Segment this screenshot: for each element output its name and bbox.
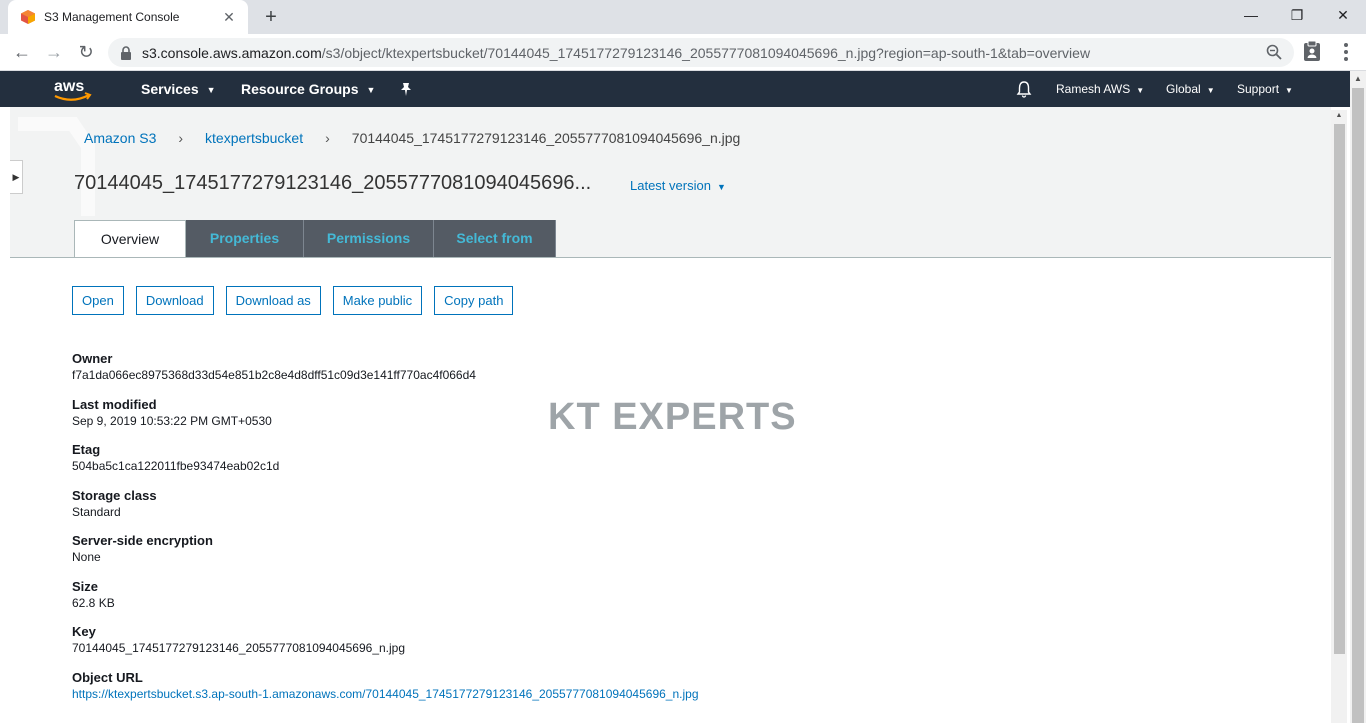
page-scrollbar[interactable]: ▲ (1350, 71, 1366, 723)
scrollbar-thumb[interactable] (1334, 124, 1345, 654)
detail-value: f7a1da066ec8975368d33d54e851b2c8e4d8dff5… (72, 368, 476, 382)
detail-value: None (72, 550, 101, 564)
restore-icon[interactable]: ❐ (1274, 0, 1320, 30)
url-host: s3.console.aws.amazon.com (142, 44, 322, 61)
detail-label: Storage class (72, 487, 157, 503)
account-name: Ramesh AWS (1056, 82, 1131, 96)
detail-value: Standard (72, 504, 121, 519)
breadcrumb-bucket[interactable]: ktexpertsbucket (205, 130, 303, 146)
scrollbar-thumb[interactable] (1352, 88, 1364, 723)
browser-menu-icon[interactable] (1336, 40, 1356, 64)
content-scrollbar[interactable]: ▲ (1331, 110, 1347, 723)
breadcrumb: Amazon S3 › ktexpertsbucket › 70144045_1… (84, 130, 740, 146)
browser-toolbar: ← → ↻ s3.console.aws.amazon.com /s3/obje… (0, 34, 1366, 71)
object-tabs: Overview Properties Permissions Select f… (74, 220, 556, 258)
forward-arrow-icon[interactable]: → (40, 38, 68, 66)
detail-storage-class: Storage class Standard (72, 488, 699, 534)
services-menu[interactable]: Services ▼ (141, 71, 216, 107)
caret-down-icon: ▼ (716, 182, 726, 192)
reload-icon[interactable]: ↻ (72, 38, 100, 66)
support-menu[interactable]: Support ▼ (1237, 71, 1293, 107)
tab-permissions[interactable]: Permissions (304, 220, 434, 257)
breadcrumb-current: 70144045_1745177279123146_20557770810940… (351, 130, 741, 146)
s3-favicon-icon (21, 10, 35, 24)
new-tab-icon[interactable]: + (258, 4, 284, 30)
lock-icon (121, 45, 131, 60)
browser-tabstrip: S3 Management Console ✕ + — ❐ ✕ (0, 0, 1366, 34)
breadcrumb-amazon-s3[interactable]: Amazon S3 (84, 130, 156, 146)
url-path: /s3/object/ktexpertsbucket/70144045_1745… (321, 44, 1091, 61)
detail-key: Key 70144045_1745177279123146_2055777081… (72, 624, 699, 670)
version-label: Latest version (630, 178, 711, 193)
minimize-icon[interactable]: — (1228, 0, 1274, 30)
aws-logo-icon[interactable]: aws (52, 76, 94, 104)
detail-label: Object URL (72, 669, 143, 685)
download-as-button[interactable]: Download as (225, 286, 321, 315)
detail-value: 70144045_1745177279123146_20557770810940… (72, 641, 406, 655)
aws-navbar: aws Services ▼ Resource Groups ▼ Ramesh AW… (0, 71, 1350, 107)
chevron-right-icon: › (325, 130, 330, 146)
detail-etag: Etag 504ba5c1ca122011fbe93474eab02c1d (72, 442, 699, 488)
chevron-down-icon: ▼ (1136, 86, 1145, 95)
scroll-up-icon[interactable]: ▲ (1331, 110, 1347, 122)
chevron-down-icon: ▼ (206, 85, 216, 96)
detail-label: Etag (72, 442, 101, 457)
detail-label: Owner (72, 351, 113, 366)
svg-text:aws: aws (54, 78, 84, 95)
scroll-up-icon[interactable]: ▲ (1350, 71, 1366, 87)
zoom-icon[interactable] (1266, 44, 1282, 60)
services-label: Services (141, 81, 199, 97)
open-button[interactable]: Open (72, 286, 124, 315)
back-arrow-icon[interactable]: ← (8, 38, 36, 66)
region-label: Global (1166, 82, 1201, 96)
chevron-down-icon: ▼ (1285, 86, 1293, 95)
detail-size: Size 62.8 KB (72, 579, 699, 625)
sidebar-toggle-icon[interactable]: ▶ (10, 160, 23, 194)
tab-overview[interactable]: Overview (74, 220, 186, 258)
page-title: 70144045_1745177279123146_20557770810940… (74, 172, 592, 194)
tab-select-from[interactable]: Select from (434, 220, 556, 257)
detail-object-url: Object URL https://ktexpertsbucket.s3.ap… (72, 670, 699, 716)
resource-groups-label: Resource Groups (241, 81, 359, 97)
tab-title: S3 Management Console (44, 10, 180, 24)
detail-value: 504ba5c1ca122011fbe93474eab02c1d (72, 459, 280, 473)
chevron-down-icon: ▼ (366, 85, 376, 96)
browser-tab[interactable]: S3 Management Console ✕ (8, 0, 248, 34)
detail-label: Size (72, 578, 99, 594)
resource-groups-menu[interactable]: Resource Groups ▼ (241, 71, 375, 107)
tab-properties[interactable]: Properties (186, 220, 304, 257)
support-label: Support (1237, 82, 1280, 96)
copy-path-button[interactable]: Copy path (434, 286, 514, 315)
download-button[interactable]: Download (135, 286, 214, 315)
chevron-right-icon: › (178, 130, 184, 146)
region-menu[interactable]: Global ▼ (1166, 71, 1215, 107)
tab-divider (10, 257, 1331, 258)
make-public-button[interactable]: Make public (332, 286, 423, 315)
chevron-down-icon: ▼ (1206, 86, 1215, 95)
bell-icon[interactable] (1015, 80, 1033, 98)
window-close-icon[interactable]: ✕ (1320, 0, 1366, 30)
object-actions: Open Download Download as Make public Co… (72, 286, 525, 315)
watermark: KT EXPERTS (548, 396, 797, 438)
detail-label: Server-side encryption (72, 533, 213, 548)
detail-label: Key (72, 624, 96, 639)
address-bar[interactable]: s3.console.aws.amazon.com /s3/object/kte… (108, 38, 1294, 67)
detail-value: 62.8 KB (72, 595, 115, 610)
tab-close-icon[interactable]: ✕ (220, 9, 238, 26)
object-url-link[interactable]: https://ktexpertsbucket.s3.ap-south-1.am… (72, 686, 699, 702)
clipboard-extension-icon[interactable] (1302, 40, 1322, 62)
account-menu[interactable]: Ramesh AWS ▼ (1056, 71, 1144, 107)
version-dropdown[interactable]: Latest version ▼ (630, 178, 726, 193)
detail-owner: Owner f7a1da066ec8975368d33d54e851b2c8e4… (72, 351, 699, 397)
detail-encryption: Server-side encryption None (72, 533, 699, 579)
pin-icon[interactable] (398, 81, 414, 97)
